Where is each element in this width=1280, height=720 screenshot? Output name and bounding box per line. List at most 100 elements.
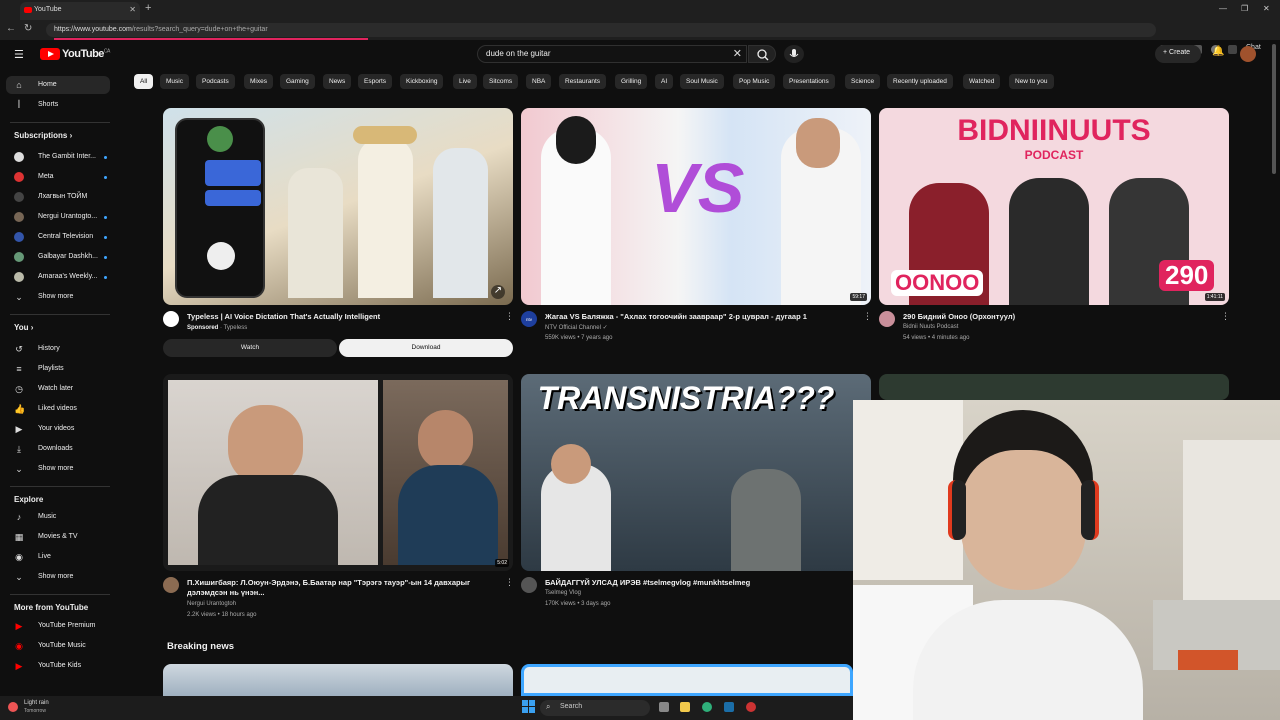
channel-name[interactable]: Bidnii Nuuts Podcast [903, 324, 958, 330]
video-title[interactable]: Жагаа VS Баляжка - "Ахлах тогоочийн заав… [545, 312, 860, 321]
sidebar-item-history[interactable]: ↺ History [6, 340, 110, 358]
chip-science[interactable]: Science [845, 74, 881, 89]
sidebar-item-watch-later[interactable]: ◷ Watch later [6, 380, 110, 398]
close-window-icon[interactable]: ✕ [1263, 4, 1270, 13]
channel-avatar[interactable]: ntv [521, 311, 537, 327]
subscription-item[interactable]: Nergui Urantogto... [6, 208, 110, 226]
sidebar-item-liked-videos[interactable]: 👍 Liked videos [6, 400, 110, 418]
chip-recently-uploaded[interactable]: Recently uploaded [887, 74, 953, 89]
new-tab-icon[interactable]: + [145, 2, 151, 14]
browser-tab[interactable]: YouTube ✕ [20, 2, 140, 20]
video-thumbnail[interactable] [521, 664, 853, 696]
channel-name[interactable]: Tselmeg Vlog [545, 590, 581, 596]
video-thumbnail[interactable] [879, 374, 1229, 400]
chip-new-to-you[interactable]: New to you [1009, 74, 1054, 89]
subscriptions-show-more[interactable]: ⌄ Show more [6, 288, 110, 306]
video-thumbnail[interactable] [163, 664, 513, 696]
subscription-item[interactable]: Amaraa's Weekly... [6, 268, 110, 286]
chip-live[interactable]: Live [453, 74, 477, 89]
windows-start-icon[interactable] [522, 700, 536, 714]
youtube-logo-text[interactable]: YouTubeCA [62, 48, 110, 60]
obs-icon[interactable] [746, 702, 756, 712]
sidebar-item-music[interactable]: ♪ Music [6, 508, 110, 526]
voice-search-button[interactable] [784, 45, 804, 63]
close-tab-icon[interactable]: ✕ [129, 5, 136, 14]
youtube-logo-icon[interactable] [40, 48, 60, 60]
chip-gaming[interactable]: Gaming [280, 74, 315, 89]
channel-avatar[interactable] [163, 577, 179, 593]
more-options-icon[interactable]: ⋮ [505, 311, 514, 322]
minimize-icon[interactable]: — [1219, 4, 1227, 13]
channel-name[interactable]: Nergui Urantogtoh [187, 601, 236, 607]
sidebar-item-home[interactable]: ⌂ Home [6, 76, 110, 94]
sidebar-item-live[interactable]: ◉ Live [6, 548, 110, 566]
subscriptions-heading[interactable]: Subscriptions › [14, 131, 72, 140]
chip-grilling[interactable]: Grilling [615, 74, 648, 89]
chip-watched[interactable]: Watched [963, 74, 1001, 89]
chip-sitcoms[interactable]: Sitcoms [483, 74, 519, 89]
video-thumbnail[interactable]: ↗ [163, 108, 513, 305]
sidebar-item-youtube-music[interactable]: ◉ YouTube Music [6, 637, 110, 655]
chip-soul-music[interactable]: Soul Music [680, 74, 724, 89]
taskbar-search[interactable]: ⌕ Search [540, 700, 650, 716]
search-input[interactable]: dude on the guitar ✕ [477, 45, 747, 63]
video-title[interactable]: Typeless | AI Voice Dictation That's Act… [187, 312, 497, 321]
more-options-icon[interactable]: ⋮ [863, 311, 872, 322]
search-button[interactable] [748, 45, 776, 63]
notifications-bell-icon[interactable]: 🔔 [1212, 46, 1224, 57]
back-icon[interactable]: ← [6, 23, 16, 34]
subscription-item[interactable]: The Gambit Inter... [6, 148, 110, 166]
video-title[interactable]: П.Хишигбаяр: Л.Оюун-Эрдэнэ, Б.Баатар нар… [187, 578, 497, 598]
channel-name[interactable]: NTV Official Channel ✓ [545, 324, 608, 331]
video-thumbnail[interactable]: VS 59:17 [521, 108, 871, 305]
sidebar-item-movies-tv[interactable]: ▦ Movies & TV [6, 528, 110, 546]
channel-avatar[interactable] [879, 311, 895, 327]
chip-ai[interactable]: AI [655, 74, 674, 89]
video-thumbnail[interactable]: 5:02 [163, 374, 513, 571]
subscription-item[interactable]: Galbayar Dashkh... [6, 248, 110, 266]
subscription-item[interactable]: Meta [6, 168, 110, 186]
video-title[interactable]: БАЙДАГГҮЙ УЛСАД ИРЭВ #tselmegvlog #munkh… [545, 578, 855, 587]
chip-music[interactable]: Music [160, 74, 189, 89]
menu-hamburger-icon[interactable]: ☰ [14, 48, 24, 61]
url-field[interactable]: https://www.youtube.com/results?search_q… [46, 23, 1156, 37]
create-button[interactable]: + Create [1155, 45, 1201, 63]
explore-show-more[interactable]: ⌄ Show more [6, 568, 110, 586]
task-view-icon[interactable] [659, 702, 669, 712]
subscription-item[interactable]: Лхагвын ТОЙМ [6, 188, 110, 206]
you-show-more[interactable]: ⌄ Show more [6, 460, 110, 478]
weather-title[interactable]: Light rain [24, 700, 49, 706]
file-explorer-icon[interactable] [680, 702, 690, 712]
sidebar-item-shorts[interactable]: ꟾ Shorts [6, 96, 110, 114]
chip-podcasts[interactable]: Podcasts [196, 74, 235, 89]
video-title[interactable]: 290 Бидний Оноо (Орхонтуул) [903, 312, 1213, 321]
subscription-item[interactable]: Central Television [6, 228, 110, 246]
channel-avatar[interactable] [163, 311, 179, 327]
chip-nba[interactable]: NBA [526, 74, 552, 89]
chip-restaurants[interactable]: Restaurants [559, 74, 607, 89]
reload-icon[interactable]: ↻ [24, 23, 32, 34]
sidebar-item-youtube-premium[interactable]: ▶ YouTube Premium [6, 617, 110, 635]
account-avatar[interactable] [1240, 46, 1256, 62]
sidebar-item-your-videos[interactable]: ▶ Your videos [6, 420, 110, 438]
chip-pop-music[interactable]: Pop Music [733, 74, 776, 89]
download-button[interactable]: Download [339, 339, 513, 357]
chip-presentations[interactable]: Presentations [783, 74, 835, 89]
watch-button[interactable]: Watch [163, 339, 337, 357]
sidebar-item-youtube-kids[interactable]: ▶ YouTube Kids [6, 657, 110, 675]
chip-news[interactable]: News [323, 74, 352, 89]
sidebar-item-playlists[interactable]: ≡ Playlists [6, 360, 110, 378]
maximize-icon[interactable]: ❐ [1241, 4, 1248, 13]
more-options-icon[interactable]: ⋮ [1221, 311, 1230, 322]
weather-icon[interactable] [8, 702, 18, 712]
video-thumbnail[interactable]: TRANSNISTRIA??? [521, 374, 871, 571]
video-thumbnail[interactable]: BIDNIINUUTS PODCAST OONOO 290 1:41:11 [879, 108, 1229, 305]
chip-esports[interactable]: Esports [358, 74, 393, 89]
sidebar-item-downloads[interactable]: ⤓ Downloads [6, 440, 110, 458]
open-external-icon[interactable]: ↗ [491, 285, 505, 299]
chip-all[interactable]: All [134, 74, 154, 89]
chip-mixes[interactable]: Mixes [244, 74, 273, 89]
clear-search-icon[interactable]: ✕ [733, 47, 742, 60]
page-scrollbar[interactable] [1272, 44, 1276, 174]
channel-avatar[interactable] [521, 577, 537, 593]
